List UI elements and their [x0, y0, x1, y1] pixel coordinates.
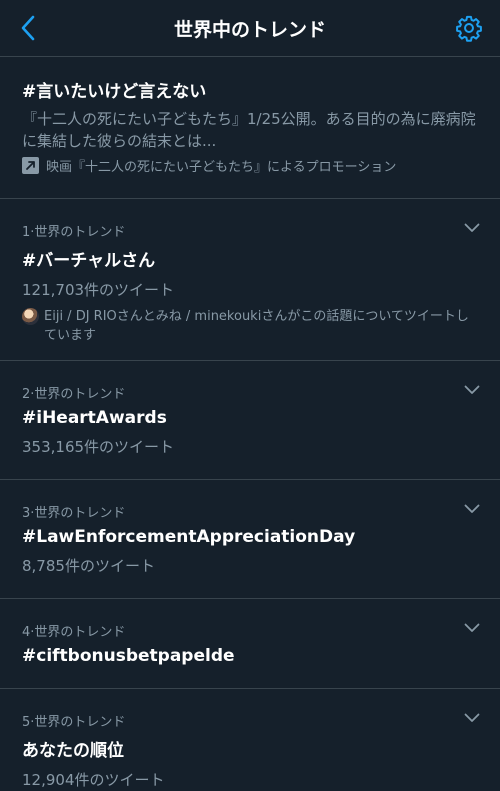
trend-name: #LawEnforcementAppreciationDay — [22, 527, 356, 547]
chevron-down-icon[interactable] — [464, 623, 480, 633]
gear-icon — [456, 15, 482, 42]
trend-item-4[interactable]: 4·世界のトレンド #ciftbonusbetpapelde — [0, 599, 500, 689]
promoted-hashtag: #言いたいけど言えない — [22, 82, 207, 102]
chevron-down-icon[interactable] — [464, 385, 480, 395]
trend-name: #iHeartAwards — [22, 408, 167, 428]
promoted-trend[interactable]: #言いたいけど言えない 『十二人の死にたい子どもたち』1/25公開。ある目的の為… — [0, 57, 500, 199]
trend-meta: 1·世界のトレンド — [22, 225, 126, 240]
promoted-by: 映画『十二人の死にたい子どもたち』によるプロモーション — [22, 156, 480, 175]
chevron-down-icon[interactable] — [464, 223, 480, 233]
trend-tweet-count: 353,165件のツイート — [22, 438, 175, 456]
trend-item-2[interactable]: 2·世界のトレンド #iHeartAwards 353,165件のツイート — [0, 361, 500, 480]
trend-meta: 3·世界のトレンド — [22, 506, 126, 521]
trend-name: #バーチャルさん — [22, 251, 156, 271]
trend-meta: 4·世界のトレンド — [22, 625, 126, 640]
trend-meta: 2·世界のトレンド — [22, 387, 126, 402]
chevron-down-icon[interactable] — [464, 504, 480, 514]
chevron-down-icon[interactable] — [464, 713, 480, 723]
chevron-left-icon — [21, 15, 35, 41]
trend-context: Eiji / DJ RIOさんとみね / minekoukiさんがこの話題につい… — [22, 307, 480, 345]
trend-name: あなたの順位 — [22, 741, 124, 761]
trend-context-text: Eiji / DJ RIOさんとみね / minekoukiさんがこの話題につい… — [44, 309, 469, 343]
trend-item-3[interactable]: 3·世界のトレンド #LawEnforcementAppreciationDay… — [0, 480, 500, 599]
trend-tweet-count: 12,904件のツイート — [22, 771, 165, 789]
trend-item-1[interactable]: 1·世界のトレンド #バーチャルさん 121,703件のツイート Eiji / … — [0, 199, 500, 361]
page-title: 世界中のトレンド — [173, 18, 326, 41]
trend-item-5[interactable]: 5·世界のトレンド あなたの順位 12,904件のツイート — [0, 689, 500, 791]
trend-tweet-count: 8,785件のツイート — [22, 557, 155, 575]
trend-meta: 5·世界のトレンド — [22, 715, 126, 730]
back-button[interactable] — [14, 14, 42, 42]
settings-button[interactable] — [454, 13, 484, 43]
top-bar: 世界中のトレンド — [0, 0, 500, 57]
promoted-arrow-icon — [22, 157, 39, 174]
avatar — [22, 308, 39, 325]
trend-name: #ciftbonusbetpapelde — [22, 646, 235, 666]
promoted-description: 『十二人の死にたい子どもたち』1/25公開。ある目的の為に廃病院に集結した彼らの… — [22, 110, 476, 150]
trend-tweet-count: 121,703件のツイート — [22, 281, 175, 299]
promoted-by-label: 映画『十二人の死にたい子どもたち』によるプロモーション — [46, 160, 397, 175]
